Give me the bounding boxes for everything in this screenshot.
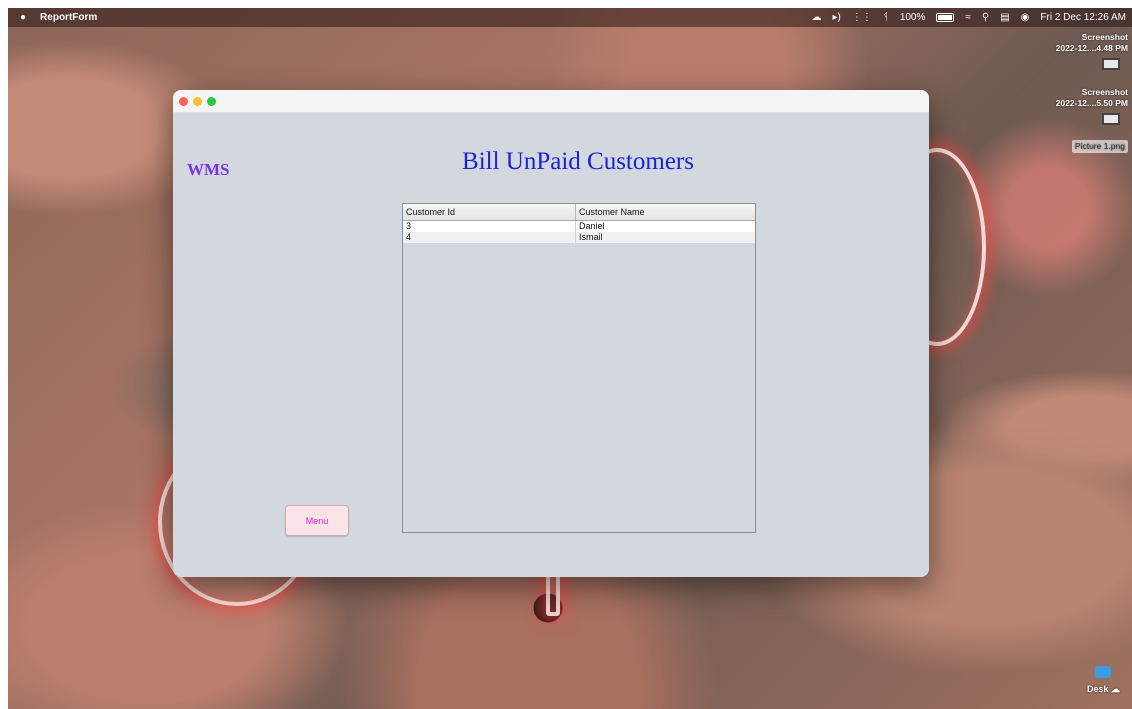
keyboard-input-icon[interactable]: ⋮⋮ (852, 8, 872, 27)
customer-table-scrollpane[interactable]: Customer Id Customer Name 3 Daniel 4 Ism… (402, 203, 756, 533)
desktop-file-picture[interactable]: Picture 1.png (1048, 140, 1128, 153)
clock-datetime[interactable]: Fri 2 Dec 12:26 AM (1040, 12, 1126, 23)
table-row[interactable]: 4 Ismail (403, 232, 755, 243)
cell-customer-id[interactable]: 3 (403, 220, 576, 232)
folder-label: Desk (1086, 684, 1109, 694)
table-header-row: Customer Id Customer Name (403, 204, 755, 221)
screen: ● ReportForm ☁ ▸) ⋮⋮ ᛩ 100% ≈ ⚲ ▤ ◉ Fri … (0, 0, 1132, 709)
desktop-folder-desk[interactable]: Desk ☁ (1087, 666, 1120, 695)
screenshot-file-icon (1102, 58, 1120, 70)
desktop-file-screenshot-2[interactable]: Screenshot 2022-12....5.50 PM (1048, 87, 1128, 132)
page-title: Bill UnPaid Customers (462, 148, 694, 175)
volume-icon[interactable]: ▸) (832, 8, 840, 27)
siri-icon[interactable]: ◉ (1021, 8, 1030, 27)
app-name-menu[interactable]: ReportForm (40, 12, 97, 23)
cloud-app-icon[interactable]: ☁ (811, 8, 821, 27)
brand-label: WMS (187, 160, 230, 179)
icloud-icon: ☁ (1111, 684, 1120, 694)
menu-bar: ● ReportForm ☁ ▸) ⋮⋮ ᛩ 100% ≈ ⚲ ▤ ◉ Fri … (8, 8, 1132, 27)
control-center-icon[interactable]: ▤ (1000, 8, 1009, 27)
battery-icon[interactable] (936, 13, 955, 22)
zoom-window-button[interactable] (207, 96, 216, 106)
screenshot-file-icon (1102, 113, 1120, 125)
file-name-line2: 2022-12....4.48 PM (1055, 43, 1128, 53)
report-form-window: WMS Bill UnPaid Customers Customer Id Cu… (173, 90, 929, 577)
cell-customer-id[interactable]: 4 (403, 232, 576, 243)
column-header-customer-name[interactable]: Customer Name (575, 204, 755, 221)
cell-customer-name[interactable]: Ismail (575, 232, 755, 243)
bluetooth-icon[interactable]: ᛩ (883, 8, 889, 27)
file-name-line2: 2022-12....5.50 PM (1055, 98, 1128, 108)
unpaid-customers-table[interactable]: Customer Id Customer Name 3 Daniel 4 Ism… (403, 204, 755, 243)
file-name-line1: Screenshot (1081, 32, 1128, 42)
table-row[interactable]: 3 Daniel (403, 220, 755, 232)
close-window-button[interactable] (179, 96, 188, 106)
menu-button[interactable]: Menu (285, 505, 349, 536)
wifi-icon[interactable]: ≈ (965, 8, 971, 27)
file-name-line1: Screenshot (1081, 87, 1128, 97)
cell-customer-name[interactable]: Daniel (575, 220, 755, 232)
folder-icon (1095, 666, 1112, 678)
apple-logo-icon[interactable]: ● (20, 8, 26, 27)
file-name: Picture 1.png (1071, 140, 1128, 153)
desktop-file-screenshot-1[interactable]: Screenshot 2022-12....4.48 PM (1048, 32, 1128, 77)
search-icon[interactable]: ⚲ (982, 8, 989, 27)
battery-percent[interactable]: 100% (900, 12, 926, 23)
minimize-window-button[interactable] (193, 96, 202, 106)
column-header-customer-id[interactable]: Customer Id (403, 204, 576, 221)
window-titlebar[interactable] (173, 90, 929, 113)
